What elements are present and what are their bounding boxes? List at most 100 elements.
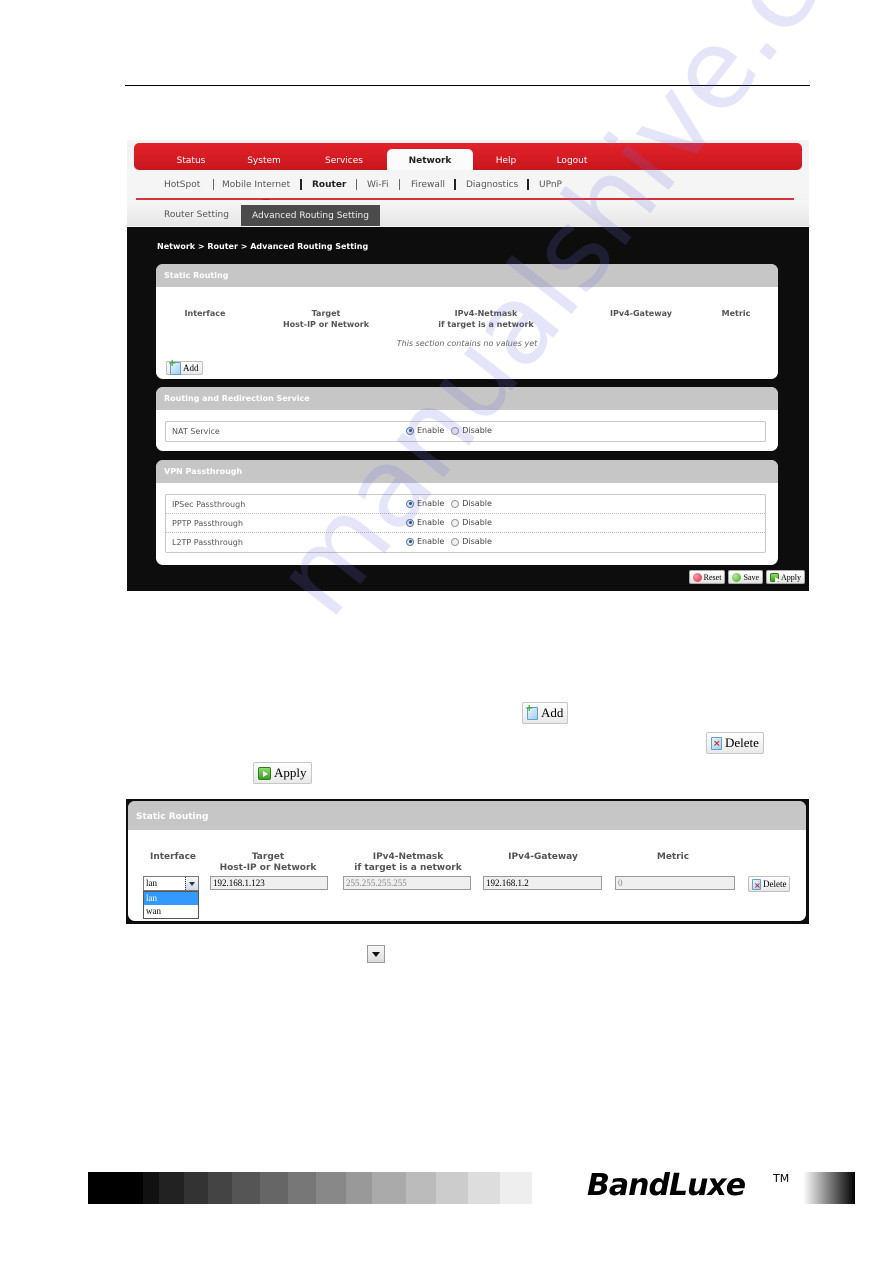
sub-navigation: HotSpot Mobile Internet Router Wi-Fi Fir…	[127, 170, 809, 198]
subnav-firewall[interactable]: Firewall	[411, 180, 445, 190]
apply-button[interactable]: Apply	[766, 570, 805, 584]
radio-label: Disable	[462, 518, 492, 527]
grayscale-swatch	[372, 1172, 406, 1204]
add-route-button[interactable]: + Add	[166, 358, 203, 375]
enable-radio[interactable]	[406, 518, 414, 527]
setting-label: PPTP Passthrough	[172, 519, 244, 528]
column-header-gateway: IPv4-Gateway	[596, 308, 686, 319]
add-document-icon: +	[168, 358, 181, 375]
column-header-interface: Interface	[138, 852, 208, 863]
grayscale-swatch	[159, 1172, 184, 1204]
subnav-separator	[399, 179, 400, 190]
subnav-upnp[interactable]: UPnP	[539, 180, 562, 190]
column-label: Target	[251, 852, 285, 862]
reset-button[interactable]: Reset	[688, 570, 726, 584]
column-sublabel: if target is a network	[438, 320, 534, 329]
setting-row-pptp: PPTP Passthrough Enable Disable	[166, 514, 765, 533]
column-sublabel: if target is a network	[354, 863, 462, 873]
save-button[interactable]: Save	[728, 570, 763, 584]
tab-system[interactable]: System	[234, 149, 294, 170]
interface-select[interactable]: lan	[143, 876, 199, 891]
grayscale-swatch	[316, 1172, 346, 1204]
delete-route-button[interactable]: × Delete	[748, 876, 791, 892]
subnav-hotspot[interactable]: HotSpot	[164, 180, 200, 190]
tab-advanced-routing-setting[interactable]: Advanced Routing Setting	[241, 205, 380, 226]
setting-label: L2TP Passthrough	[172, 538, 243, 547]
button-label: Reset	[703, 572, 722, 582]
tab-services[interactable]: Services	[314, 149, 374, 170]
disable-radio[interactable]	[451, 426, 460, 435]
grayscale-swatch	[143, 1172, 159, 1204]
grayscale-swatch	[468, 1172, 500, 1204]
inline-delete-button: × Delete	[706, 732, 764, 754]
subnav-mobile-internet[interactable]: Mobile Internet	[222, 180, 290, 190]
grayscale-swatch	[184, 1172, 208, 1204]
radio-group: Enable Disable	[406, 499, 492, 508]
radio-label: Enable	[417, 537, 445, 546]
subnav-diagnostics[interactable]: Diagnostics	[466, 180, 518, 190]
metric-input[interactable]: 0	[615, 876, 735, 890]
dropdown-option-wan[interactable]: wan	[144, 905, 198, 918]
setting-row-ipsec: IPSec Passthrough Enable Disable	[166, 495, 765, 514]
router-ui-screenshot: Status System Services Network Help Logo…	[127, 140, 809, 591]
delete-document-icon: ×	[752, 878, 761, 890]
column-header-netmask: IPv4-Netmask if target is a network	[416, 308, 556, 330]
radio-label: Enable	[417, 426, 445, 435]
radio-label: Disable	[462, 499, 492, 508]
enable-radio[interactable]	[406, 426, 414, 435]
delete-document-icon: ×	[711, 736, 722, 750]
enable-radio[interactable]	[406, 499, 414, 508]
button-label: Delete	[725, 735, 759, 750]
panel-title: Routing and Redirection Service	[156, 387, 778, 410]
column-header-interface: Interface	[170, 308, 240, 319]
section-tabs: Router Setting Advanced Routing Setting	[127, 200, 809, 226]
disable-radio[interactable]	[451, 518, 460, 527]
reset-icon	[692, 572, 702, 582]
subnav-router[interactable]: Router	[312, 180, 346, 190]
grayscale-swatch	[260, 1172, 288, 1204]
column-header-target: Target Host-IP or Network	[208, 852, 328, 874]
tab-status[interactable]: Status	[162, 149, 220, 170]
static-routing-edit-panel: Static Routing Interface Target Host-IP …	[128, 801, 806, 921]
grayscale-swatch	[288, 1172, 316, 1204]
play-icon	[258, 766, 271, 780]
column-label: Target	[311, 309, 341, 318]
routing-service-panel: Routing and Redirection Service NAT Serv…	[156, 387, 778, 451]
column-sublabel: Host-IP or Network	[219, 863, 317, 873]
tab-logout[interactable]: Logout	[542, 149, 602, 170]
radio-label: Disable	[462, 537, 492, 546]
trademark-symbol: TM	[773, 1172, 790, 1185]
column-sublabel: Host-IP or Network	[282, 320, 370, 329]
play-icon	[770, 572, 780, 583]
target-input[interactable]: 192.168.1.123	[210, 876, 328, 890]
gateway-input[interactable]: 192.168.1.2	[483, 876, 602, 890]
radio-group: Enable Disable	[406, 537, 492, 546]
column-label: Interface	[149, 852, 197, 862]
disable-radio[interactable]	[451, 499, 460, 508]
radio-group: Enable Disable	[406, 518, 492, 527]
disable-radio[interactable]	[451, 537, 460, 546]
button-label: Save	[743, 572, 759, 582]
radio-group: Enable Disable	[406, 426, 492, 435]
panel-title: VPN Passthrough	[156, 460, 778, 483]
column-label: Interface	[184, 309, 226, 318]
tab-help[interactable]: Help	[484, 149, 528, 170]
empty-table-message: This section contains no values yet	[396, 339, 538, 348]
radio-label: Enable	[417, 499, 445, 508]
chevron-down-icon[interactable]	[185, 877, 198, 890]
tab-router-setting[interactable]: Router Setting	[164, 210, 229, 220]
button-label: Apply	[274, 765, 307, 780]
enable-radio[interactable]	[406, 537, 414, 546]
grayscale-swatch	[208, 1172, 232, 1204]
netmask-input[interactable]: 255.255.255.255	[343, 876, 471, 890]
setting-label: IPSec Passthrough	[172, 500, 246, 509]
bandluxe-logo: BandLuxe	[587, 1168, 746, 1203]
column-label: IPv4-Gateway	[508, 852, 578, 862]
dropdown-option-lan[interactable]: lan	[144, 892, 198, 905]
top-navigation: Status System Services Network Help Logo…	[134, 143, 802, 170]
subnav-wifi[interactable]: Wi-Fi	[367, 180, 388, 190]
tab-network[interactable]: Network	[387, 149, 473, 170]
inline-add-button: + Add	[522, 702, 569, 724]
vpn-passthrough-panel: VPN Passthrough IPSec Passthrough Enable…	[156, 460, 778, 565]
select-value: lan	[146, 878, 157, 888]
